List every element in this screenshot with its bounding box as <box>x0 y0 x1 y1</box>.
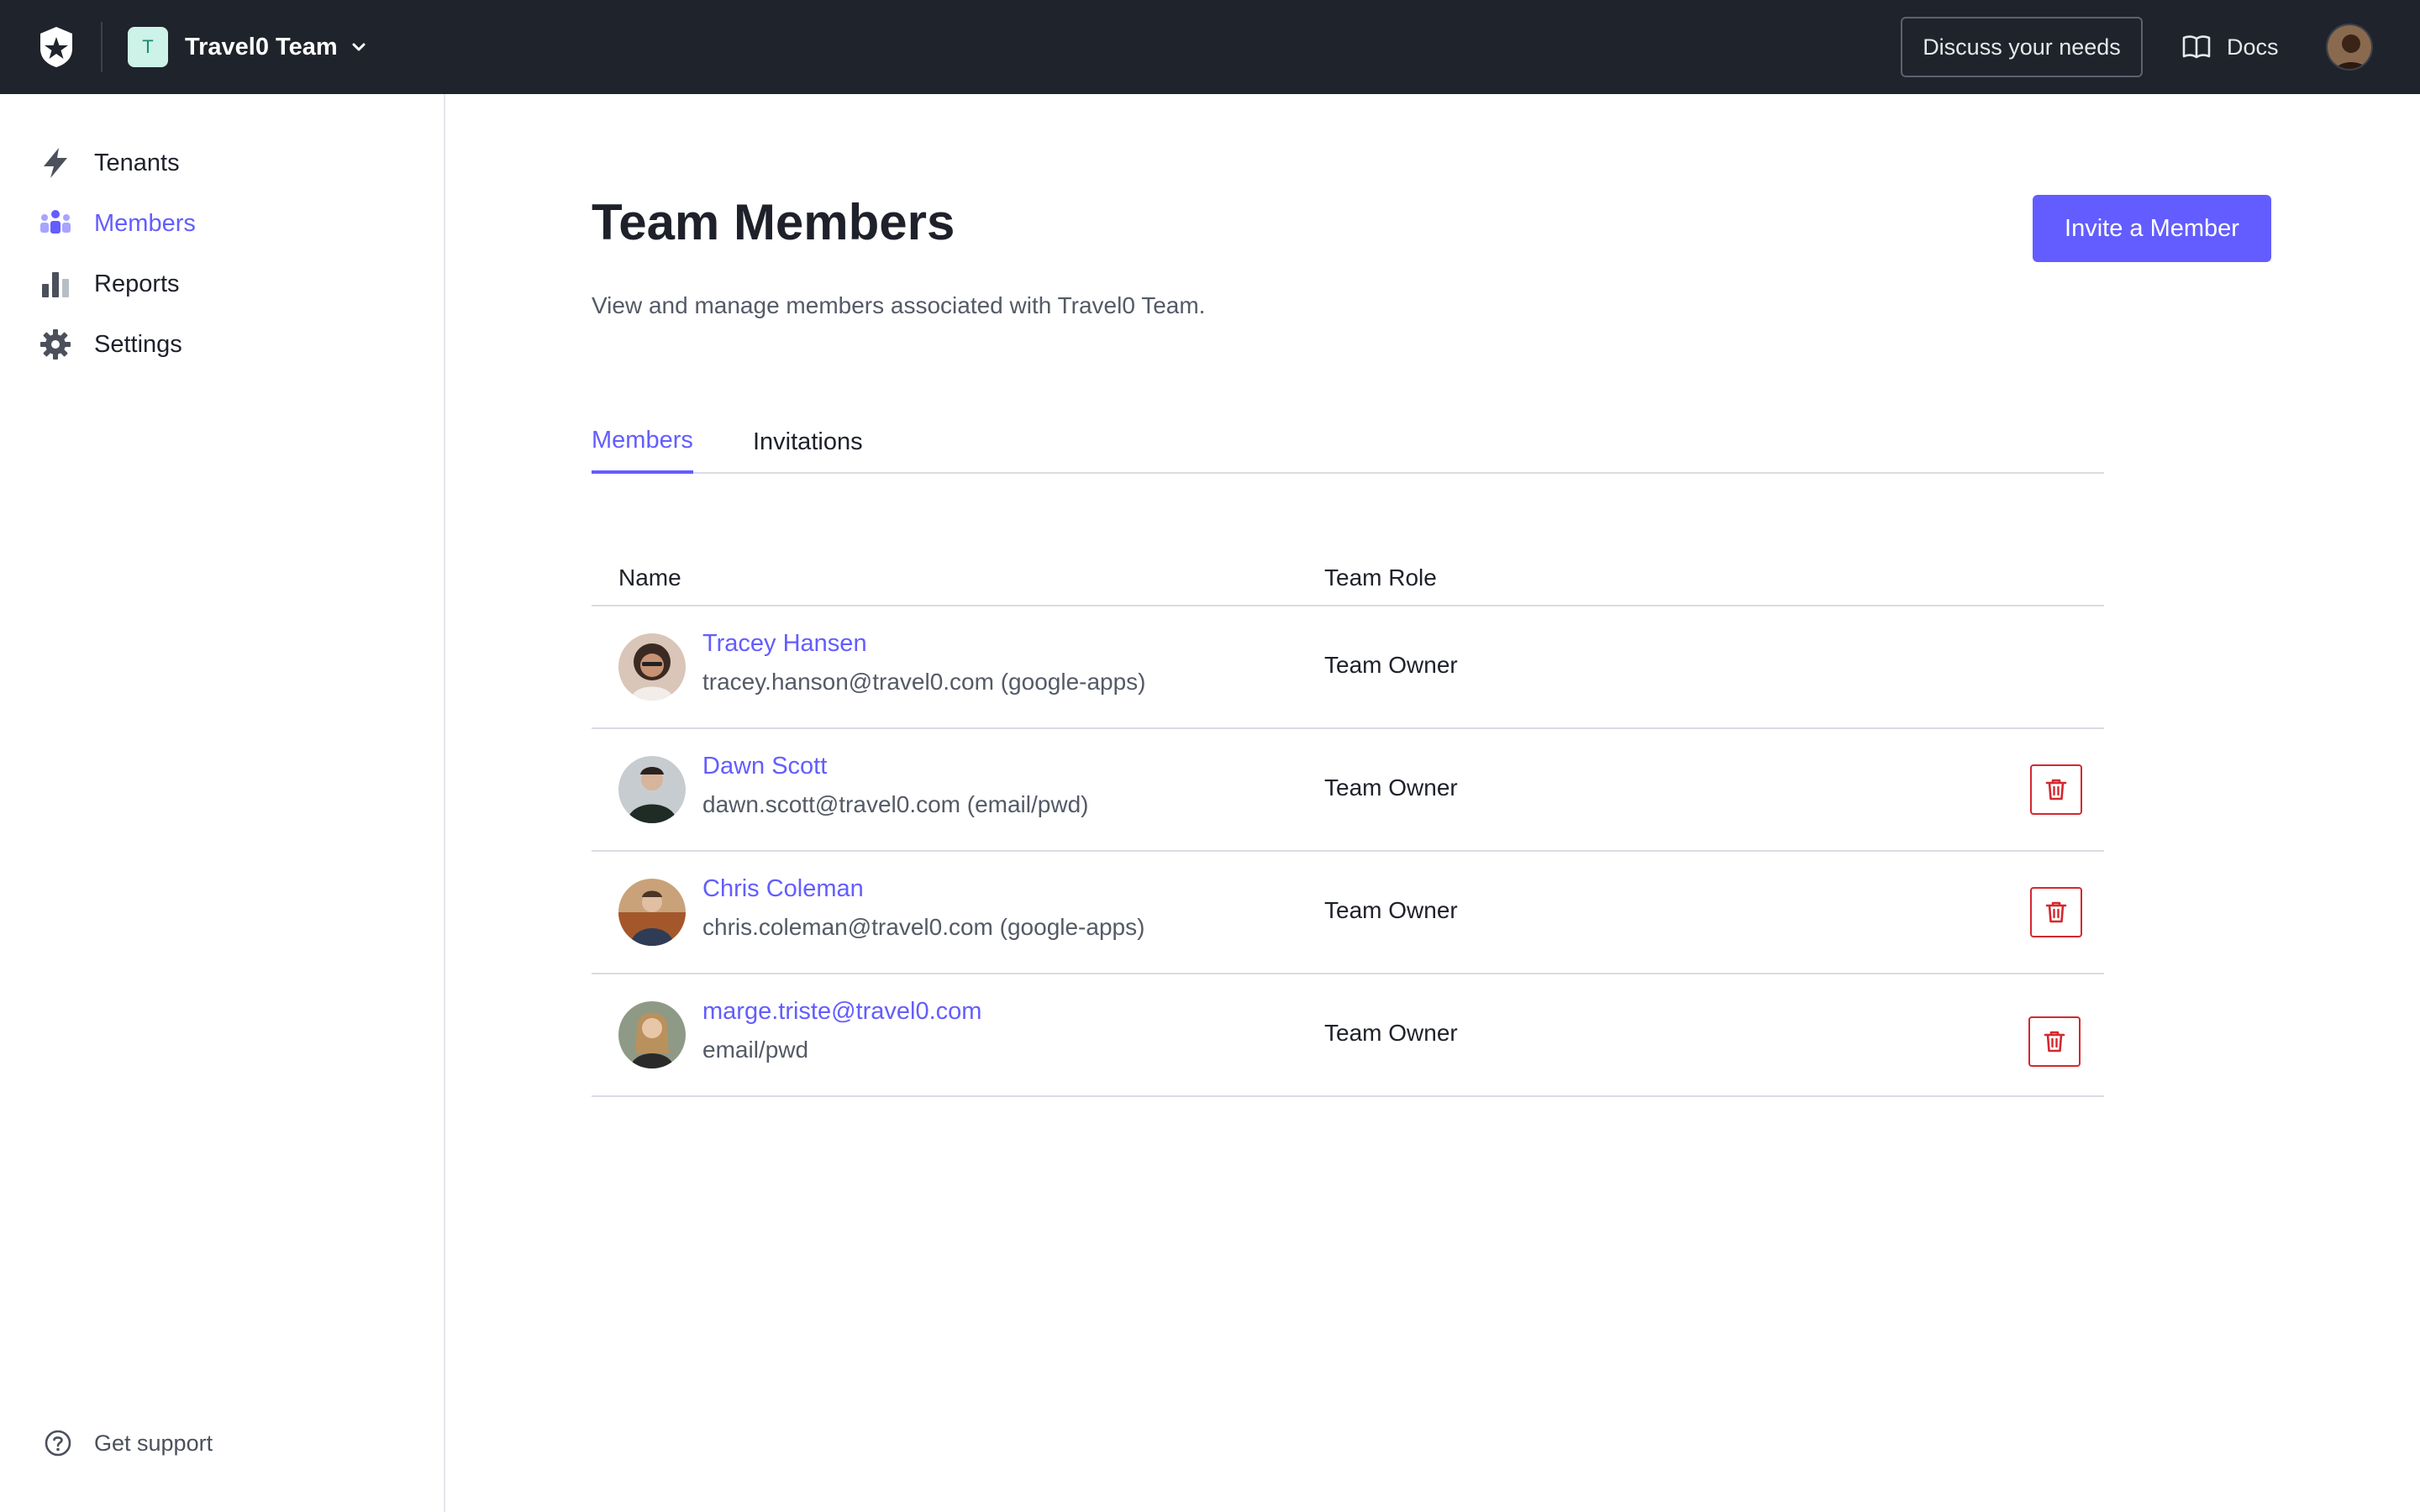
member-name-link[interactable]: Chris Coleman <box>702 875 864 903</box>
user-avatar-image <box>2328 25 2371 69</box>
trash-icon <box>2044 1031 2065 1053</box>
sidebar-item-members[interactable]: Members <box>37 200 196 247</box>
member-name-link[interactable]: Dawn Scott <box>702 753 827 780</box>
tab-bar: Members Invitations <box>592 410 2104 474</box>
delete-member-button[interactable] <box>2030 764 2082 815</box>
page-title: Team Members <box>592 194 955 250</box>
member-name-link[interactable]: Tracey Hansen <box>702 630 867 658</box>
member-email: dawn.scott@travel0.com (email/pwd) <box>702 791 1089 817</box>
member-avatar <box>618 756 686 823</box>
member-role: Team Owner <box>1324 1020 1458 1046</box>
help-circle-icon <box>45 1430 71 1457</box>
members-icon <box>37 205 74 242</box>
member-role: Team Owner <box>1324 774 1458 801</box>
table-header: Name Team Role <box>592 548 2104 606</box>
delete-member-button[interactable] <box>2030 887 2082 937</box>
chevron-down-icon <box>352 43 366 51</box>
invite-member-button[interactable]: Invite a Member <box>2033 195 2271 262</box>
delete-member-button[interactable] <box>2028 1016 2081 1067</box>
member-email: chris.coleman@travel0.com (google-apps) <box>702 914 1145 940</box>
member-email: email/pwd <box>702 1037 809 1063</box>
table-row: Chris Coleman chris.coleman@travel0.com … <box>592 852 2104 974</box>
team-switcher[interactable]: T Travel0 Team <box>128 25 368 69</box>
table-row: Dawn Scott dawn.scott@travel0.com (email… <box>592 729 2104 852</box>
member-email: tracey.hanson@travel0.com (google-apps) <box>702 669 1146 695</box>
table-row: Tracey Hansen tracey.hanson@travel0.com … <box>592 606 2104 729</box>
member-role: Team Owner <box>1324 897 1458 923</box>
sidebar-item-label: Reports <box>94 270 180 297</box>
member-avatar <box>618 633 686 701</box>
member-name-link[interactable]: marge.triste@travel0.com <box>702 998 981 1026</box>
sidebar-item-label: Members <box>94 209 196 237</box>
column-header-name: Name <box>618 564 681 591</box>
team-name: Travel0 Team <box>185 33 338 60</box>
topbar-divider <box>101 22 103 72</box>
sidebar-item-settings[interactable]: Settings <box>37 321 182 368</box>
sidebar: Tenants Members Reports Settings Get sup… <box>0 94 445 1512</box>
member-role: Team Owner <box>1324 652 1458 678</box>
sidebar-item-tenants[interactable]: Tenants <box>37 139 180 186</box>
page-subtitle: View and manage members associated with … <box>592 292 1206 318</box>
lightning-icon <box>37 144 74 181</box>
tab-invitations[interactable]: Invitations <box>753 410 863 474</box>
members-table: Name Team Role Tracey Hansen tracey.hans… <box>592 548 2104 1097</box>
main-content: Team Members View and manage members ass… <box>447 94 2420 1512</box>
sidebar-item-label: Settings <box>94 330 182 358</box>
top-bar: T Travel0 Team Discuss your needs Docs <box>0 0 2420 94</box>
support-label: Get support <box>94 1430 213 1456</box>
trash-icon <box>2045 901 2067 923</box>
get-support-link[interactable]: Get support <box>44 1423 213 1463</box>
bar-chart-icon <box>37 265 74 302</box>
discuss-needs-button[interactable]: Discuss your needs <box>1901 17 2143 77</box>
member-avatar <box>618 1001 686 1068</box>
book-icon <box>2182 35 2211 59</box>
trash-icon <box>2045 779 2067 801</box>
sidebar-item-label: Tenants <box>94 149 180 176</box>
user-avatar[interactable] <box>2326 24 2373 71</box>
team-avatar: T <box>128 27 168 67</box>
tab-members[interactable]: Members <box>592 410 693 474</box>
auth0-logo-icon[interactable] <box>37 25 76 69</box>
column-header-team-role: Team Role <box>1324 564 1437 591</box>
sidebar-item-reports[interactable]: Reports <box>37 260 180 307</box>
gear-icon <box>37 326 74 363</box>
member-avatar <box>618 879 686 946</box>
docs-link[interactable]: Docs <box>2181 25 2279 69</box>
docs-label: Docs <box>2227 34 2279 60</box>
table-row: marge.triste@travel0.com email/pwd Team … <box>592 974 2104 1097</box>
